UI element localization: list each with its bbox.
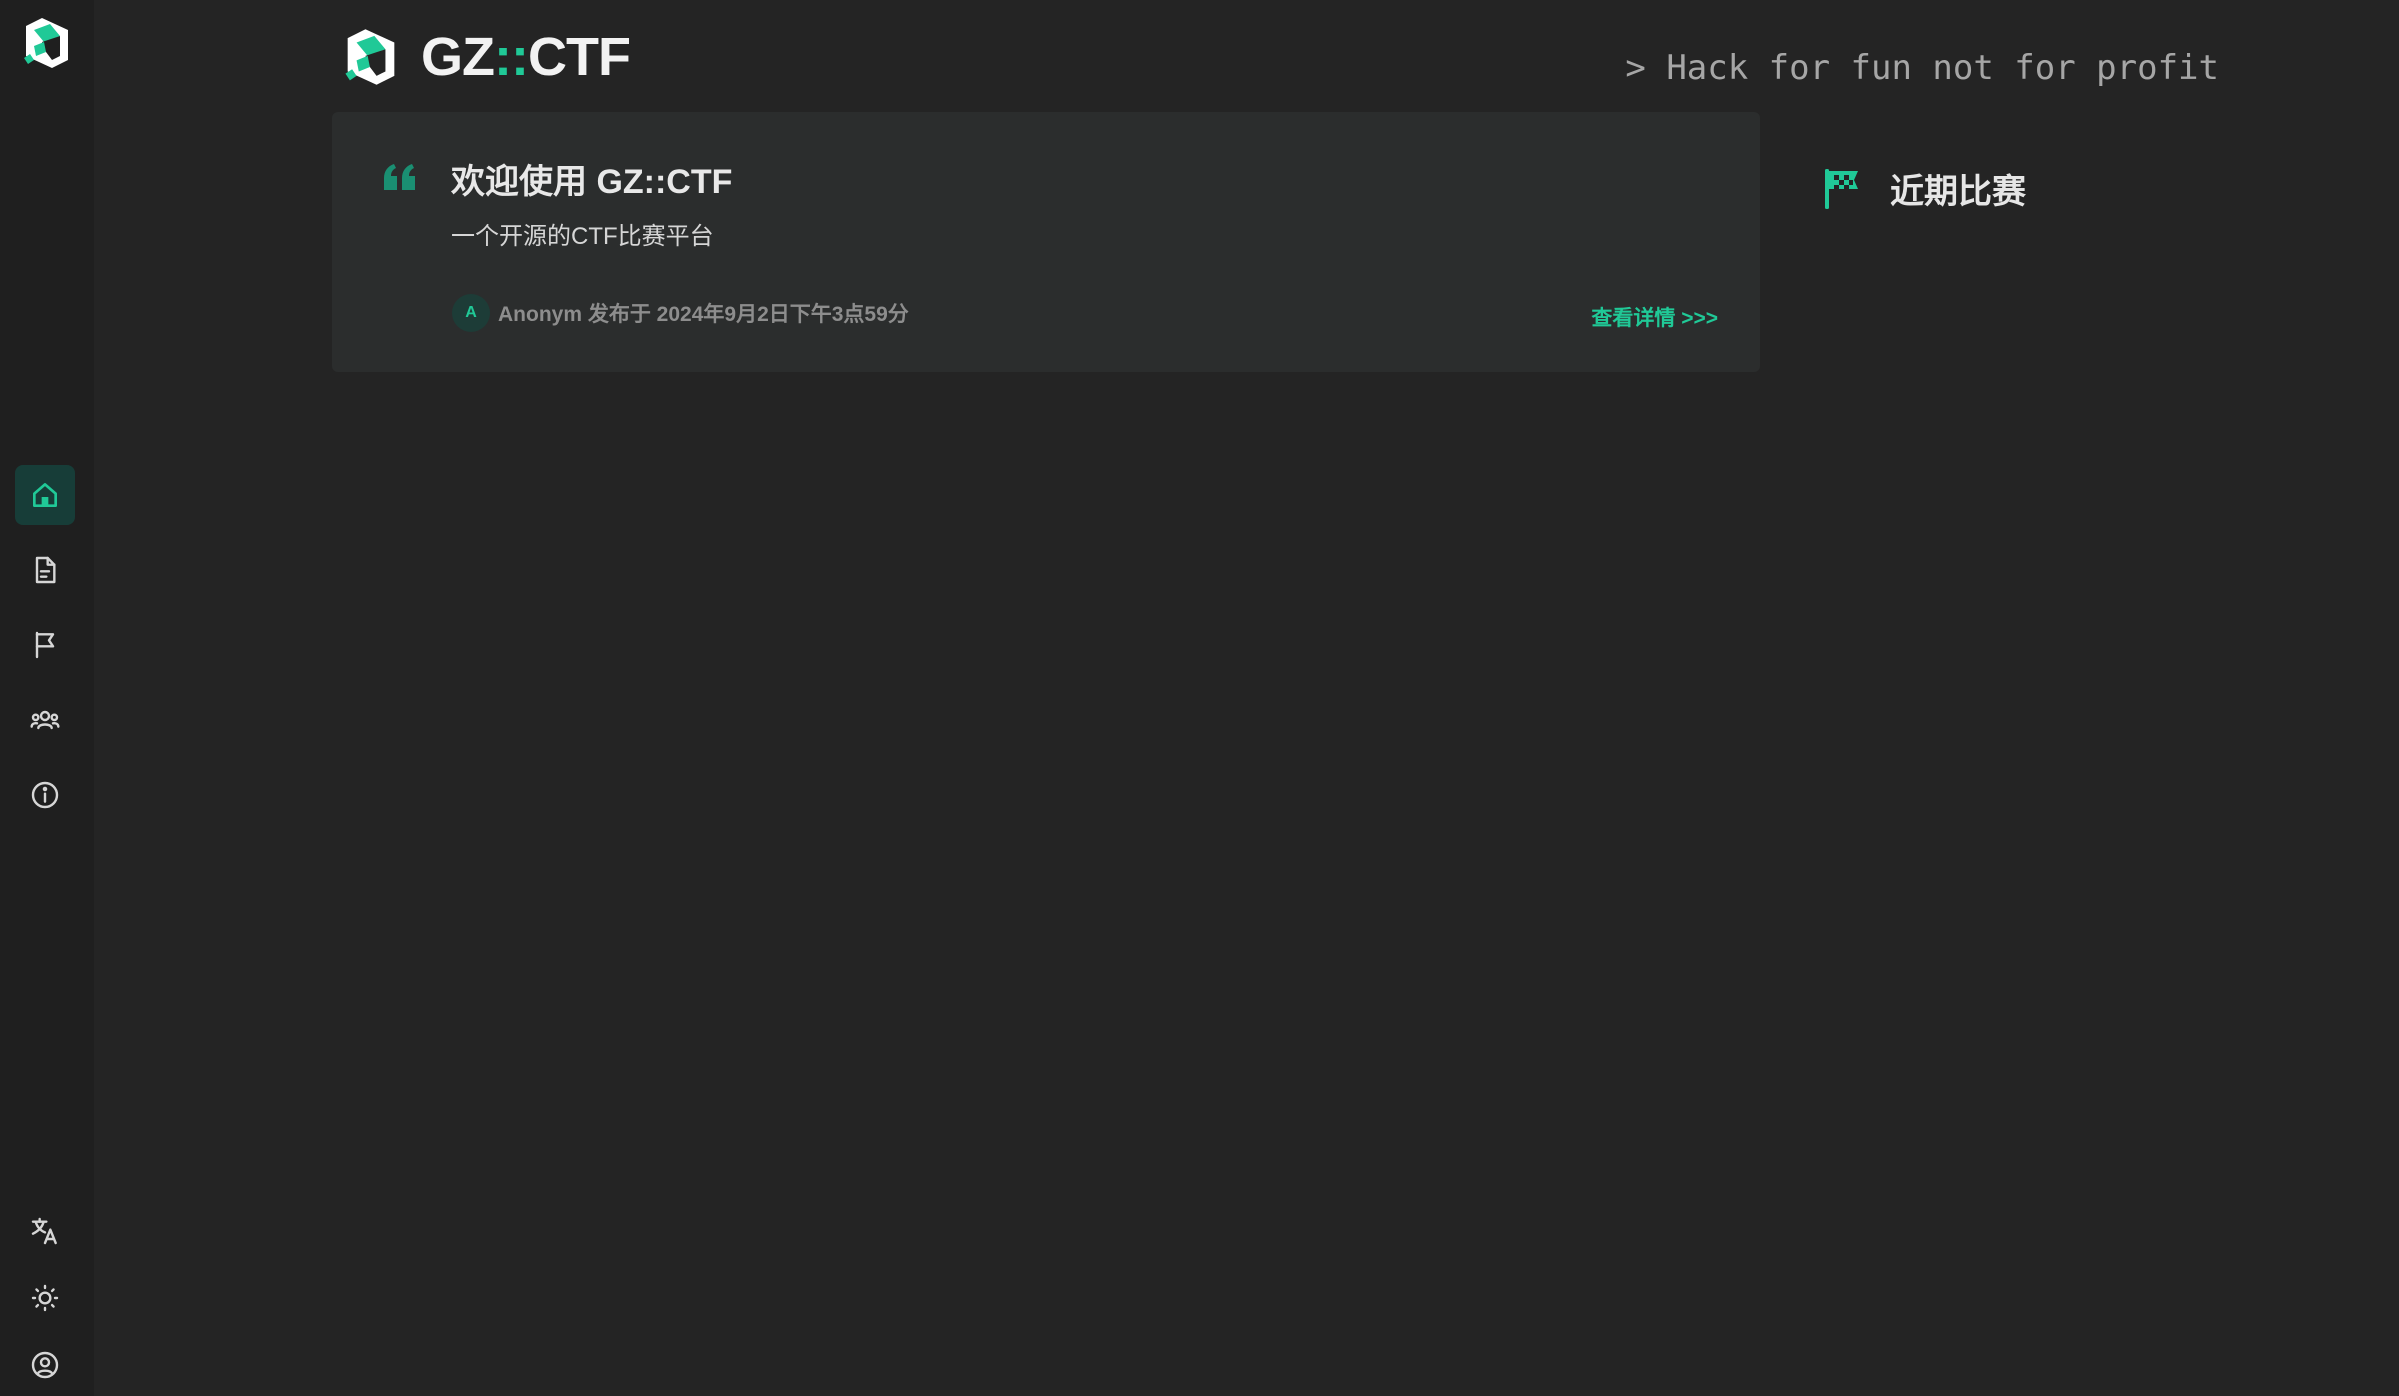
nav-teams-button[interactable] [15,690,75,750]
notice-author-time: Anonym 发布于 2024年9月2日下午3点59分 [498,303,909,326]
nav-about-button[interactable] [15,765,75,825]
brand-title: GZ::CTF [421,27,631,87]
profile-button[interactable] [15,1335,75,1395]
logo-icon[interactable] [22,16,72,70]
brand-prefix: GZ [421,27,495,87]
users-icon [30,710,60,730]
notice-card: 欢迎使用 GZ::CTF 一个开源的CTF比赛平台 A Anonym 发布于 2… [332,112,1760,372]
file-text-icon [35,556,56,584]
nav-posts-button[interactable] [15,540,75,600]
avatar: A [452,294,490,332]
translate-icon [31,1217,57,1245]
brand-separator: :: [494,27,529,87]
nav-games-button[interactable] [15,615,75,675]
brand-suffix: CTF [527,27,631,87]
recent-games-title: 近期比赛 [1890,173,2026,211]
logo-icon [345,29,395,85]
recent-games-header: 近期比赛 [1822,164,2026,213]
quote-icon [384,164,415,190]
info-icon [31,781,59,809]
slogan: > Hack for fun not for profit [1625,48,2219,88]
checkered-flag-icon [1825,168,1858,209]
notice-title: 欢迎使用 GZ::CTF [451,163,733,201]
language-button[interactable] [15,1201,75,1261]
theme-toggle-button[interactable] [15,1268,75,1328]
flag-icon [35,631,55,659]
notice-body: 一个开源的CTF比赛平台 [451,223,714,250]
brand-header[interactable]: GZ::CTF [343,26,631,88]
sidebar [0,0,94,1396]
nav-home-button[interactable] [15,465,75,525]
sun-icon [31,1284,59,1312]
notice-meta: A Anonym 发布于 2024年9月2日下午3点59分 [452,294,909,332]
user-circle-icon [31,1351,59,1379]
home-icon [33,483,57,507]
view-details-link[interactable]: 查看详情 >>> [1591,302,1718,332]
